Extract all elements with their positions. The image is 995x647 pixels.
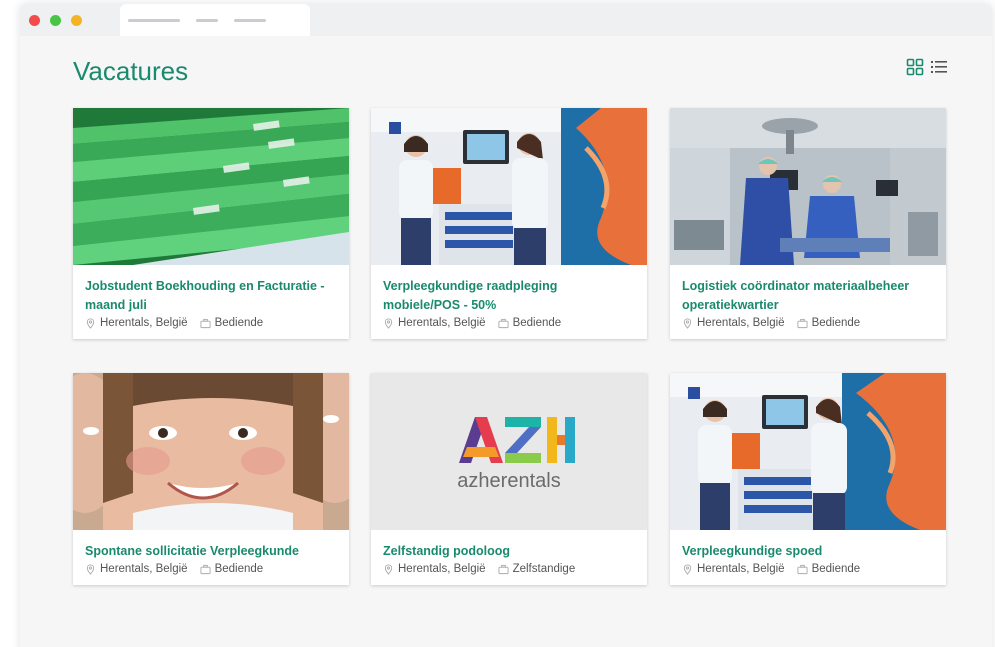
job-type: Bediende — [214, 317, 264, 329]
location-pin-icon — [683, 563, 692, 575]
job-title[interactable]: Jobstudent Boekhouding en Facturatie - m… — [85, 277, 337, 315]
tab-placeholder-line — [196, 19, 218, 22]
job-image-operating-room[interactable] — [670, 108, 946, 265]
briefcase-icon — [498, 564, 509, 574]
job-location: Herentals, België — [697, 563, 785, 575]
browser-window: Vacatures Jobstudent Boekhouding en Fact… — [20, 4, 992, 647]
job-image-smiling-face[interactable] — [73, 373, 349, 530]
job-card[interactable]: Logistiek coördinator materiaalbeheer op… — [670, 108, 946, 339]
maximize-dot[interactable] — [50, 15, 61, 26]
job-image-nurses[interactable] — [670, 373, 946, 530]
job-title[interactable]: Spontane sollicitatie Verpleegkunde — [85, 542, 337, 561]
job-type: Bediende — [811, 317, 861, 329]
list-icon[interactable] — [930, 58, 948, 76]
job-card[interactable]: Jobstudent Boekhouding en Facturatie - m… — [73, 108, 349, 339]
page-title: Vacatures — [73, 56, 189, 86]
briefcase-icon — [797, 564, 808, 574]
briefcase-icon — [200, 564, 211, 574]
briefcase-icon — [498, 318, 509, 328]
view-toggle — [906, 58, 948, 76]
briefcase-icon — [200, 318, 211, 328]
job-card[interactable]: Spontane sollicitatie Verpleegkunde Here… — [73, 373, 349, 585]
job-meta: Herentals, België Bediende — [383, 317, 635, 329]
job-title[interactable]: Logistiek coördinator materiaalbeheer op… — [682, 277, 934, 315]
job-type: Zelfstandige — [512, 563, 576, 575]
job-image-azherentals-logo[interactable]: azherentals — [371, 373, 647, 530]
page-content: Vacatures Jobstudent Boekhouding en Fact… — [20, 36, 992, 647]
window-controls — [29, 15, 82, 26]
job-location: Herentals, België — [398, 317, 486, 329]
tab-placeholder-line — [128, 19, 180, 22]
azherentals-logo-text: azherentals — [457, 470, 560, 492]
job-location: Herentals, België — [100, 563, 188, 575]
briefcase-icon — [797, 318, 808, 328]
location-pin-icon — [86, 563, 95, 575]
job-meta: Herentals, België Zelfstandige — [383, 563, 635, 575]
job-type: Bediende — [811, 563, 861, 575]
job-type: Bediende — [214, 563, 264, 575]
location-pin-icon — [384, 317, 393, 329]
job-location: Herentals, België — [398, 563, 486, 575]
job-meta: Herentals, België Bediende — [682, 563, 934, 575]
close-dot[interactable] — [29, 15, 40, 26]
job-card[interactable]: Verpleegkundige raadpleging mobiele/POS … — [371, 108, 647, 339]
job-title[interactable]: Verpleegkundige raadpleging mobiele/POS … — [383, 277, 635, 315]
location-pin-icon — [86, 317, 95, 329]
grid-icon[interactable] — [906, 58, 924, 76]
job-type: Bediende — [512, 317, 562, 329]
job-card[interactable]: azherentals Zelfstandig podoloog Herenta… — [371, 373, 647, 585]
minimize-dot[interactable] — [71, 15, 82, 26]
job-title[interactable]: Verpleegkundige spoed — [682, 542, 934, 561]
browser-topbar — [20, 4, 992, 36]
job-meta: Herentals, België Bediende — [682, 317, 934, 329]
location-pin-icon — [384, 563, 393, 575]
job-image-nurses[interactable] — [371, 108, 647, 265]
job-location: Herentals, België — [697, 317, 785, 329]
browser-tab[interactable] — [120, 4, 310, 36]
location-pin-icon — [683, 317, 692, 329]
job-image-file-folders[interactable] — [73, 108, 349, 265]
job-card[interactable]: Verpleegkundige spoed Herentals, België … — [670, 373, 946, 585]
job-meta: Herentals, België Bediende — [85, 317, 337, 329]
tab-placeholder-line — [234, 19, 266, 22]
job-location: Herentals, België — [100, 317, 188, 329]
job-title[interactable]: Zelfstandig podoloog — [383, 542, 635, 561]
job-meta: Herentals, België Bediende — [85, 563, 337, 575]
